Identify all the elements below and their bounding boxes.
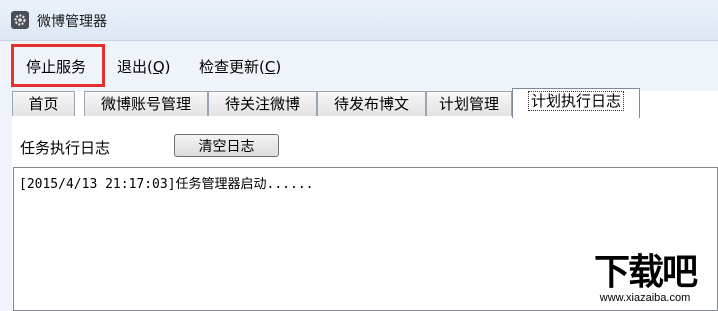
title-bar: 微博管理器: [0, 0, 718, 41]
tab-plan-management[interactable]: 计划管理: [426, 91, 512, 116]
gear-icon: [11, 11, 29, 29]
tab-weibo-accounts[interactable]: 微博账号管理: [84, 91, 208, 116]
watermark-logo: 下载吧 www.xiazaiba.com: [580, 252, 710, 310]
menu-exit[interactable]: 退出(Q): [117, 56, 171, 77]
log-label: 任务执行日志: [20, 139, 111, 157]
window-edge: [0, 88, 12, 311]
log-entry: [2015/4/13 21:17:03]任务管理器启动......: [19, 177, 314, 192]
tab-pending-follow[interactable]: 待关注微博: [208, 91, 317, 116]
highlight-box: [11, 44, 105, 87]
watermark-brand: 下载吧: [593, 252, 698, 293]
tab-pending-posts[interactable]: 待发布博文: [317, 91, 426, 116]
tab-home[interactable]: 首页: [12, 91, 75, 116]
tab-plan-log[interactable]: 计划执行日志: [512, 88, 640, 118]
menu-check-update[interactable]: 检查更新(C): [199, 56, 281, 77]
tab-strip: 首页 微博账号管理 待关注微博 待发布博文 计划管理 计划执行日志: [12, 88, 718, 118]
window-title: 微博管理器: [37, 14, 107, 30]
menu-bar: 停止服务 退出(Q) 检查更新(C): [0, 41, 718, 91]
clear-log-button[interactable]: 清空日志: [174, 134, 279, 157]
